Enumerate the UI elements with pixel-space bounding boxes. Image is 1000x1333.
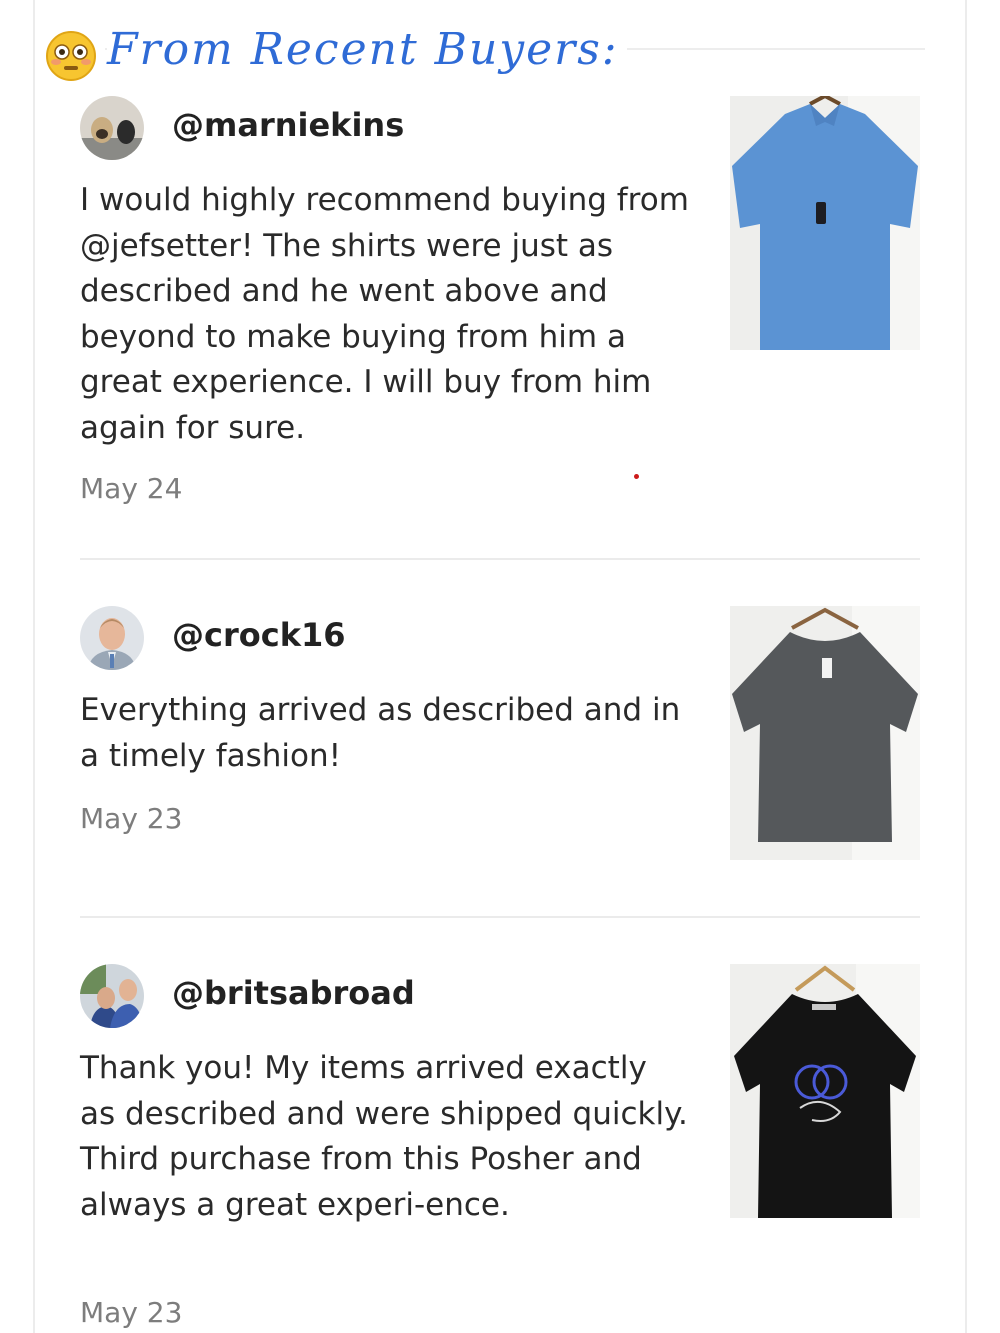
flushed-face-icon — [46, 31, 96, 81]
review-photo[interactable] — [730, 96, 920, 350]
blue-polo-shirt-photo — [730, 96, 920, 350]
gray-tshirt-photo — [730, 606, 920, 860]
review-text: Thank you! My items arrived exactly as d… — [80, 1050, 688, 1223]
username-link[interactable]: @crock16 — [172, 616, 346, 654]
username-link[interactable]: @marniekins — [172, 106, 404, 144]
user-avatar[interactable] — [80, 96, 144, 160]
review-divider — [80, 558, 920, 560]
review-text: I would highly recommend buying from @je… — [80, 182, 689, 446]
pug-avatar — [80, 96, 144, 160]
decorative-dot — [634, 474, 639, 479]
user-avatar[interactable] — [80, 964, 144, 1028]
review-date: May 23 — [80, 802, 183, 835]
review-text: Everything arrived as described and in a… — [80, 692, 681, 774]
user-avatar[interactable] — [80, 606, 144, 670]
man-portrait-avatar — [80, 606, 144, 670]
reviews-header: From Recent Buyers: — [45, 22, 925, 86]
black-graphic-tshirt-photo — [730, 964, 920, 1218]
review-divider — [80, 916, 920, 918]
review-date: May 24 — [80, 472, 183, 505]
review-photo[interactable] — [730, 964, 920, 1218]
couple-selfie-avatar — [80, 964, 144, 1028]
review-date: May 23 — [80, 1296, 183, 1329]
page-title: From Recent Buyers: — [107, 24, 627, 75]
username-link[interactable]: @britsabroad — [172, 974, 415, 1012]
review-photo[interactable] — [730, 606, 920, 860]
